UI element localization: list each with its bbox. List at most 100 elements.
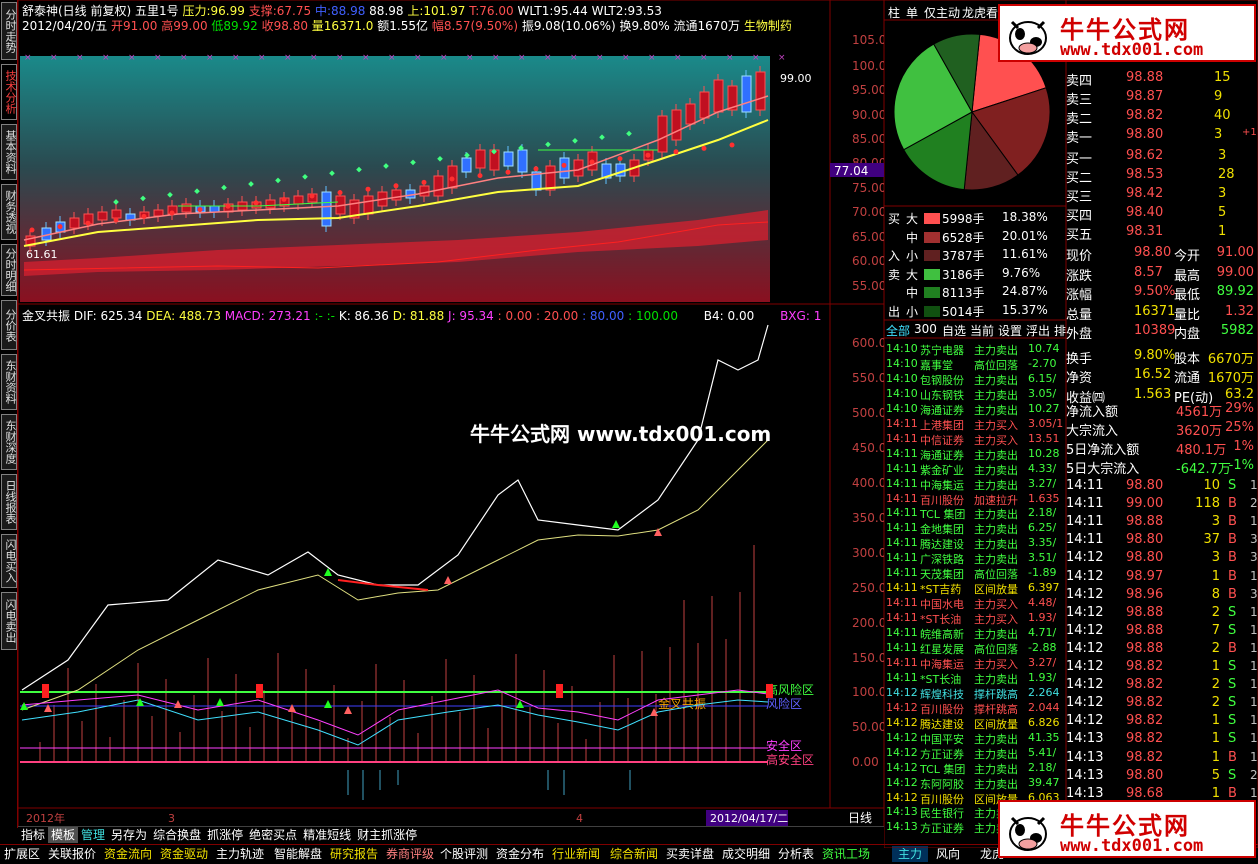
bottom-bar-item-8[interactable]: 券商评级 — [386, 846, 434, 862]
tick-row[interactable]: 14:11 *ST吉药 区间放量 6.397 — [886, 581, 1066, 596]
tick-row[interactable]: 14:11 广深铁路 主力卖出 3.51/ — [886, 551, 1066, 566]
right-top-tab-3[interactable]: 仅主动 — [924, 4, 960, 21]
tick-row[interactable]: 14:12 TCL 集团 主力卖出 2.18/ — [886, 761, 1066, 776]
tick-tab-6[interactable]: 浮出 — [1026, 322, 1050, 339]
tick-row[interactable]: 14:11 上港集团 主力买入 3.05/1 — [886, 417, 1066, 432]
tick-row[interactable]: 14:12 腾达建设 区间放量 6.826 — [886, 716, 1066, 731]
bottom-bar-item-11[interactable]: 行业新闻 — [552, 846, 600, 862]
deal-row[interactable]: 14:11 98.88 3 B 1 — [1066, 514, 1258, 532]
bottom-bar-item-15[interactable]: 分析表 — [778, 846, 814, 862]
tick-row[interactable]: 14:11 皖维高新 主力卖出 4.71/ — [886, 626, 1066, 641]
tick-row[interactable]: 14:12 中国平安 主力卖出 41.35 — [886, 731, 1066, 746]
deal-row[interactable]: 14:13 98.82 1 B 1 — [1066, 750, 1258, 768]
deal-row[interactable]: 14:11 98.80 37 B 3 — [1066, 532, 1258, 550]
deal-row[interactable]: 14:12 98.82 2 S 1 — [1066, 677, 1258, 695]
tick-row[interactable]: 14:11 中信证券 主力买入 13.51 — [886, 432, 1066, 447]
tick-row[interactable]: 14:11 百川股份 加速拉升 1.635 — [886, 492, 1066, 507]
left-tab-3[interactable]: 基本资料 — [1, 124, 17, 180]
bottom-bar-item-10[interactable]: 资金分布 — [496, 846, 544, 862]
kline-svg[interactable]: 105.00100.0095.0090.0085.0080.0075.0070.… — [18, 0, 884, 828]
bottom-bar-item-14[interactable]: 成交明细 — [722, 846, 770, 862]
deal-row[interactable]: 14:12 98.82 2 S 1 — [1066, 695, 1258, 713]
deal-row[interactable]: 14:11 98.80 10 S 1 — [1066, 478, 1258, 496]
bottom-tab-2[interactable]: 模板 — [48, 827, 79, 843]
ad-banner-bottom[interactable]: 牛牛公式网 www.tdx001.com — [998, 800, 1256, 858]
left-tab-5[interactable]: 分时明细 — [1, 244, 17, 296]
bottom-tab-9[interactable]: 财主抓涨停 — [354, 827, 420, 843]
deal-row[interactable]: 14:12 98.88 7 S 1 — [1066, 623, 1258, 641]
deal-row[interactable]: 14:12 98.82 1 S 1 — [1066, 713, 1258, 731]
bottom-tab-7[interactable]: 绝密买点 — [246, 827, 300, 843]
tick-row[interactable]: 14:12 东阿阿胶 主力卖出 39.47 — [886, 776, 1066, 791]
tick-row[interactable]: 14:11 腾达建设 主力卖出 3.35/ — [886, 536, 1066, 551]
tick-row[interactable]: 14:11 *ST长油 主力卖出 1.93/ — [886, 671, 1066, 686]
deal-row[interactable]: 14:12 98.88 2 B 1 — [1066, 641, 1258, 659]
tick-row[interactable]: 14:11 海通证券 主力卖出 10.28 — [886, 447, 1066, 462]
tick-row[interactable]: 14:10 包钢股份 主力卖出 6.15/ — [886, 372, 1066, 387]
left-tab-1[interactable]: 分时走势 — [1, 2, 17, 60]
tick-row[interactable]: 14:10 山东钢铁 主力卖出 3.05/ — [886, 387, 1066, 402]
left-tab-2[interactable]: 技术分析 — [1, 64, 17, 120]
bottom-tab-1[interactable]: 指标 — [18, 827, 48, 843]
tick-row[interactable]: 14:11 紫金矿业 主力卖出 4.33/ — [886, 462, 1066, 477]
tick-row[interactable]: 14:10 海通证券 主力卖出 10.27 — [886, 402, 1066, 417]
tick-row[interactable]: 14:11 TCL 集团 主力卖出 2.18/ — [886, 506, 1066, 521]
tick-row[interactable]: 14:12 辉煌科技 撑杆跳高 2.264 — [886, 686, 1066, 701]
tick-row[interactable]: 14:12 方正证券 主力卖出 5.41/ — [886, 746, 1066, 761]
bottom-tab-6[interactable]: 抓涨停 — [204, 827, 246, 843]
tick-row[interactable]: 14:11 中海集运 主力买入 3.27/ — [886, 656, 1066, 671]
tick-row[interactable]: 14:11 中国水电 主力买入 4.48/ — [886, 596, 1066, 611]
tick-row[interactable]: 14:12 百川股份 撑杆跳高 2.044 — [886, 701, 1066, 716]
deal-row[interactable]: 14:13 98.80 5 S 2 — [1066, 768, 1258, 786]
left-tab-9[interactable]: 日线报表 — [1, 474, 17, 530]
deal-row[interactable]: 14:13 98.82 1 S 1 — [1066, 731, 1258, 749]
chart-area[interactable]: 105.00100.0095.0090.0085.0080.0075.0070.… — [18, 0, 884, 828]
bottom-bar-item-2[interactable]: 关联报价 — [48, 846, 96, 862]
tick-row[interactable]: 14:11 天茂集团 高位回落 -1.89 — [886, 566, 1066, 581]
bottom-bar-item-16[interactable]: 资讯工场 — [822, 846, 870, 862]
tick-tab-2[interactable]: 300 — [914, 322, 937, 336]
tick-row[interactable]: 14:11 中海集运 主力卖出 3.27/ — [886, 477, 1066, 492]
left-tab-11[interactable]: 闪电卖出 — [1, 592, 17, 650]
bottom-bar-item-5[interactable]: 主力轨迹 — [216, 846, 264, 862]
deal-row[interactable]: 14:12 98.88 2 S 1 — [1066, 605, 1258, 623]
right-top-tab-2[interactable]: 单 — [906, 4, 918, 21]
left-tab-7[interactable]: 东财资料 — [1, 354, 17, 410]
left-tab-4[interactable]: 财务透视 — [1, 184, 17, 240]
left-tab-6[interactable]: 分价表 — [1, 300, 17, 350]
deal-row[interactable]: 14:12 98.96 8 B 3 — [1066, 587, 1258, 605]
left-tab-8[interactable]: 东财深度 — [1, 414, 17, 470]
bottom-bar-item-17[interactable]: 主力 — [892, 846, 929, 862]
tick-tab-1[interactable]: 全部 — [886, 322, 910, 339]
bottom-tab-3[interactable]: 管理 — [78, 827, 108, 843]
tick-row[interactable]: 14:11 金地集团 主力卖出 6.25/ — [886, 521, 1066, 536]
tick-row[interactable]: 14:11 *ST长油 主力买入 1.93/ — [886, 611, 1066, 626]
deal-row[interactable]: 14:12 98.82 1 S 1 — [1066, 659, 1258, 677]
bottom-tab-8[interactable]: 精准短线 — [300, 827, 354, 843]
right-top-tab-1[interactable]: 柱 — [888, 4, 900, 21]
bottom-bar-item-18[interactable]: 风向 — [936, 846, 960, 862]
ad-banner-top[interactable]: 牛牛公式网 www.tdx001.com — [998, 4, 1256, 62]
bottom-bar-item-13[interactable]: 买卖详盘 — [666, 846, 714, 862]
tick-tab-5[interactable]: 设置 — [998, 322, 1022, 339]
bottom-bar-item-4[interactable]: 资金驱动 — [160, 846, 208, 862]
bottom-bar-item-3[interactable]: 资金流向 — [104, 846, 152, 862]
indicator-name[interactable]: 金叉共振 — [22, 309, 70, 323]
bottom-tab-4[interactable]: 另存为 — [108, 827, 150, 843]
tick-tab-4[interactable]: 当前 — [970, 322, 994, 339]
deal-row[interactable]: 14:11 99.00 118 B 21 — [1066, 496, 1258, 514]
tick-row[interactable]: 14:11 红星发展 高位回落 -2.88 — [886, 641, 1066, 656]
bottom-bar-item-7[interactable]: 研究报告 — [330, 846, 378, 862]
tick-tab-3[interactable]: 自选 — [942, 322, 966, 339]
deal-row[interactable]: 14:12 98.80 3 B 3 — [1066, 550, 1258, 568]
tick-row[interactable]: 14:10 嘉事堂 高位回落 -2.70 — [886, 357, 1066, 372]
tick-tab-7[interactable]: 排 — [1054, 322, 1066, 339]
bottom-bar-item-9[interactable]: 个股评测 — [440, 846, 488, 862]
tick-row[interactable]: 14:10 苏宁电器 主力卖出 10.74 — [886, 342, 1066, 357]
bottom-bar-item-1[interactable]: 扩展区 — [4, 846, 40, 862]
bottom-bar-item-12[interactable]: 综合新闻 — [610, 846, 658, 862]
bottom-bar-item-6[interactable]: 智能解盘 — [274, 846, 322, 862]
bottom-tab-5[interactable]: 综合换盘 — [150, 827, 204, 843]
left-tab-10[interactable]: 闪电买入 — [1, 534, 17, 588]
deal-row[interactable]: 14:12 98.97 1 B 1 — [1066, 569, 1258, 587]
